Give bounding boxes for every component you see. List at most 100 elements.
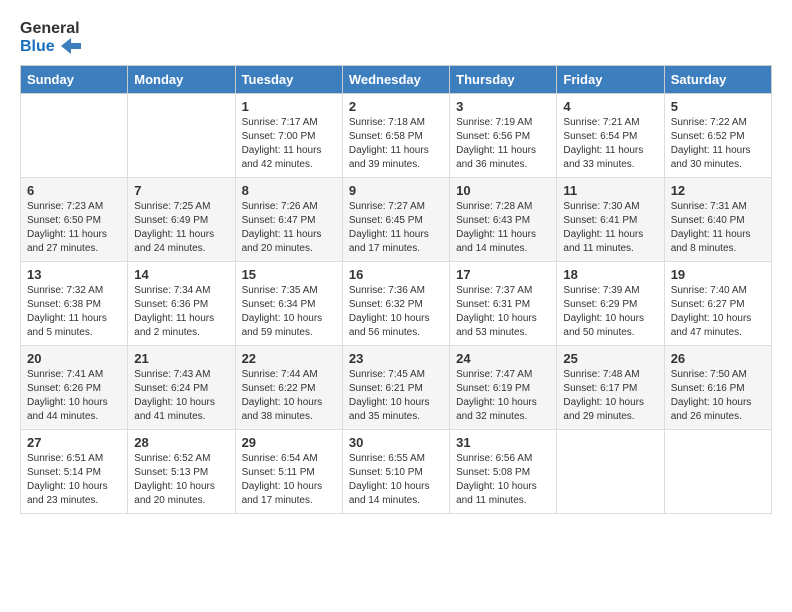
logo-general: General: [20, 20, 81, 38]
calendar-cell: [21, 94, 128, 178]
calendar-cell: 15 Sunrise: 7:35 AM Sunset: 6:34 PM Dayli…: [235, 262, 342, 346]
day-info: Sunrise: 7:35 AM Sunset: 6:34 PM Dayligh…: [242, 284, 336, 340]
day-number: 25: [563, 351, 657, 366]
calendar-cell: 20 Sunrise: 7:41 AM Sunset: 6:26 PM Dayli…: [21, 346, 128, 430]
header-tuesday: Tuesday: [235, 66, 342, 94]
calendar-cell: 5Sunrise: 7:22 AM Sunset: 6:52 PM Daylig…: [664, 94, 771, 178]
header-wednesday: Wednesday: [342, 66, 449, 94]
week-row-2: 6Sunrise: 7:23 AM Sunset: 6:50 PM Daylig…: [21, 178, 772, 262]
day-info: Sunrise: 7:37 AM Sunset: 6:31 PM Dayligh…: [456, 284, 550, 340]
day-number: 13: [27, 267, 121, 282]
day-number: 6: [27, 183, 121, 198]
calendar-cell: 11 Sunrise: 7:30 AM Sunset: 6:41 PM Dayli…: [557, 178, 664, 262]
day-info: Sunrise: 6:54 AM Sunset: 5:11 PM Dayligh…: [242, 452, 336, 508]
calendar-cell: 2Sunrise: 7:18 AM Sunset: 6:58 PM Daylig…: [342, 94, 449, 178]
day-number: 11: [563, 183, 657, 198]
day-number: 26: [671, 351, 765, 366]
day-info: Sunrise: 6:55 AM Sunset: 5:10 PM Dayligh…: [349, 452, 443, 508]
day-info: Sunrise: 7:40 AM Sunset: 6:27 PM Dayligh…: [671, 284, 765, 340]
week-row-4: 20 Sunrise: 7:41 AM Sunset: 6:26 PM Dayli…: [21, 346, 772, 430]
calendar-cell: 13 Sunrise: 7:32 AM Sunset: 6:38 PM Dayli…: [21, 262, 128, 346]
day-info: Sunrise: 7:21 AM Sunset: 6:54 PM Dayligh…: [563, 116, 657, 172]
day-info: Sunrise: 7:25 AM Sunset: 6:49 PM Dayligh…: [134, 200, 228, 256]
day-number: 28: [134, 435, 228, 450]
day-info: Sunrise: 7:34 AM Sunset: 6:36 PM Dayligh…: [134, 284, 228, 340]
calendar-cell: 27 Sunrise: 6:51 AM Sunset: 5:14 PM Dayli…: [21, 430, 128, 514]
calendar-cell: 30 Sunrise: 6:55 AM Sunset: 5:10 PM Dayli…: [342, 430, 449, 514]
day-number: 10: [456, 183, 550, 198]
day-number: 15: [242, 267, 336, 282]
logo: General Blue: [20, 20, 81, 55]
calendar-cell: 29 Sunrise: 6:54 AM Sunset: 5:11 PM Dayli…: [235, 430, 342, 514]
calendar-cell: 17 Sunrise: 7:37 AM Sunset: 6:31 PM Dayli…: [450, 262, 557, 346]
day-info: Sunrise: 7:18 AM Sunset: 6:58 PM Dayligh…: [349, 116, 443, 172]
day-info: Sunrise: 7:26 AM Sunset: 6:47 PM Dayligh…: [242, 200, 336, 256]
day-number: 17: [456, 267, 550, 282]
day-info: Sunrise: 7:31 AM Sunset: 6:40 PM Dayligh…: [671, 200, 765, 256]
logo-arrow-icon: [61, 38, 81, 54]
calendar-cell: 21 Sunrise: 7:43 AM Sunset: 6:24 PM Dayli…: [128, 346, 235, 430]
header-friday: Friday: [557, 66, 664, 94]
day-info: Sunrise: 7:39 AM Sunset: 6:29 PM Dayligh…: [563, 284, 657, 340]
calendar-cell: 25 Sunrise: 7:48 AM Sunset: 6:17 PM Dayli…: [557, 346, 664, 430]
logo: General Blue: [20, 20, 81, 55]
calendar-cell: 28 Sunrise: 6:52 AM Sunset: 5:13 PM Dayli…: [128, 430, 235, 514]
day-info: Sunrise: 7:32 AM Sunset: 6:38 PM Dayligh…: [27, 284, 121, 340]
day-info: Sunrise: 6:51 AM Sunset: 5:14 PM Dayligh…: [27, 452, 121, 508]
day-number: 31: [456, 435, 550, 450]
day-info: Sunrise: 6:52 AM Sunset: 5:13 PM Dayligh…: [134, 452, 228, 508]
day-number: 29: [242, 435, 336, 450]
day-info: Sunrise: 7:48 AM Sunset: 6:17 PM Dayligh…: [563, 368, 657, 424]
day-info: Sunrise: 7:30 AM Sunset: 6:41 PM Dayligh…: [563, 200, 657, 256]
calendar-cell: 7 Sunrise: 7:25 AM Sunset: 6:49 PM Daylig…: [128, 178, 235, 262]
day-number: 14: [134, 267, 228, 282]
calendar-cell: 10 Sunrise: 7:28 AM Sunset: 6:43 PM Dayli…: [450, 178, 557, 262]
logo-blue: Blue: [20, 38, 81, 56]
calendar-cell: [128, 94, 235, 178]
header-saturday: Saturday: [664, 66, 771, 94]
day-number: 8: [242, 183, 336, 198]
calendar-cell: [557, 430, 664, 514]
day-number: 16: [349, 267, 443, 282]
day-number: 30: [349, 435, 443, 450]
day-info: Sunrise: 7:17 AM Sunset: 7:00 PM Dayligh…: [242, 116, 336, 172]
day-number: 1: [242, 99, 336, 114]
calendar-cell: [664, 430, 771, 514]
day-number: 20: [27, 351, 121, 366]
calendar-cell: 22 Sunrise: 7:44 AM Sunset: 6:22 PM Dayli…: [235, 346, 342, 430]
day-number: 27: [27, 435, 121, 450]
day-info: Sunrise: 7:41 AM Sunset: 6:26 PM Dayligh…: [27, 368, 121, 424]
calendar-cell: 16 Sunrise: 7:36 AM Sunset: 6:32 PM Dayli…: [342, 262, 449, 346]
day-info: Sunrise: 7:36 AM Sunset: 6:32 PM Dayligh…: [349, 284, 443, 340]
day-number: 3: [456, 99, 550, 114]
day-number: 4: [563, 99, 657, 114]
calendar-cell: 31 Sunrise: 6:56 AM Sunset: 5:08 PM Dayli…: [450, 430, 557, 514]
day-info: Sunrise: 7:28 AM Sunset: 6:43 PM Dayligh…: [456, 200, 550, 256]
day-number: 23: [349, 351, 443, 366]
day-info: Sunrise: 7:43 AM Sunset: 6:24 PM Dayligh…: [134, 368, 228, 424]
week-row-3: 13 Sunrise: 7:32 AM Sunset: 6:38 PM Dayli…: [21, 262, 772, 346]
calendar-cell: 19 Sunrise: 7:40 AM Sunset: 6:27 PM Dayli…: [664, 262, 771, 346]
day-number: 18: [563, 267, 657, 282]
week-row-5: 27 Sunrise: 6:51 AM Sunset: 5:14 PM Dayli…: [21, 430, 772, 514]
calendar-cell: 1 Sunrise: 7:17 AM Sunset: 7:00 PM Daylig…: [235, 94, 342, 178]
day-number: 7: [134, 183, 228, 198]
calendar-cell: 4 Sunrise: 7:21 AM Sunset: 6:54 PM Daylig…: [557, 94, 664, 178]
calendar-cell: 3Sunrise: 7:19 AM Sunset: 6:56 PM Daylig…: [450, 94, 557, 178]
day-number: 22: [242, 351, 336, 366]
calendar-cell: 8 Sunrise: 7:26 AM Sunset: 6:47 PM Daylig…: [235, 178, 342, 262]
day-info: Sunrise: 6:56 AM Sunset: 5:08 PM Dayligh…: [456, 452, 550, 508]
calendar-cell: 18 Sunrise: 7:39 AM Sunset: 6:29 PM Dayli…: [557, 262, 664, 346]
calendar-cell: 14 Sunrise: 7:34 AM Sunset: 6:36 PM Dayli…: [128, 262, 235, 346]
header-thursday: Thursday: [450, 66, 557, 94]
calendar-cell: 23 Sunrise: 7:45 AM Sunset: 6:21 PM Dayli…: [342, 346, 449, 430]
day-info: Sunrise: 7:45 AM Sunset: 6:21 PM Dayligh…: [349, 368, 443, 424]
calendar-cell: 12 Sunrise: 7:31 AM Sunset: 6:40 PM Dayli…: [664, 178, 771, 262]
header-sunday: Sunday: [21, 66, 128, 94]
day-number: 12: [671, 183, 765, 198]
day-number: 19: [671, 267, 765, 282]
day-info: Sunrise: 7:44 AM Sunset: 6:22 PM Dayligh…: [242, 368, 336, 424]
day-info: Sunrise: 7:27 AM Sunset: 6:45 PM Dayligh…: [349, 200, 443, 256]
day-number: 21: [134, 351, 228, 366]
day-info: Sunrise: 7:50 AM Sunset: 6:16 PM Dayligh…: [671, 368, 765, 424]
